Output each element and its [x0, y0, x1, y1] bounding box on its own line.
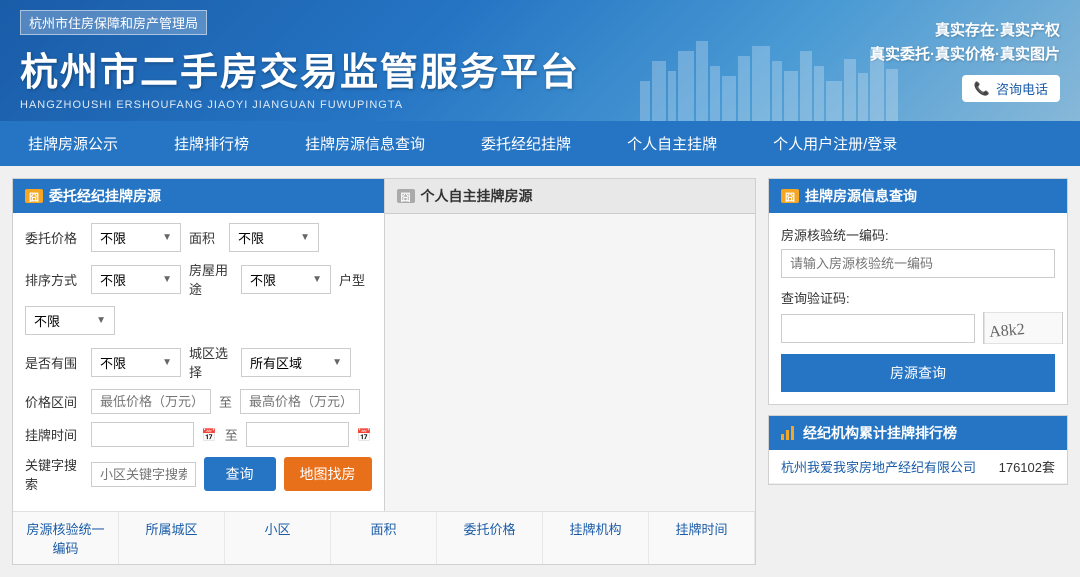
type-select[interactable]: 不限 ▼	[25, 306, 115, 335]
chevron-down-icon-5: ▼	[96, 315, 106, 326]
phone-button[interactable]: 📞 咨询电话	[962, 75, 1060, 102]
calendar-icon-1[interactable]: 📅	[202, 428, 217, 442]
chevron-down-icon-7: ▼	[332, 357, 342, 368]
section-icon-1: 囧	[25, 189, 43, 203]
city-label: 城区选择	[189, 343, 233, 381]
rank-header: 经纪机构累计挂牌排行榜	[769, 416, 1067, 450]
panel-personal: 囧 个人自主挂牌房源	[385, 179, 756, 511]
right-panel: 囧 挂牌房源信息查询 房源核验统一编码: 查询验证码: A8k2 房源查询	[768, 178, 1068, 565]
chevron-down-icon-3: ▼	[162, 274, 172, 285]
captcha-image[interactable]: A8k2	[983, 312, 1063, 344]
svg-text:A8k2: A8k2	[989, 321, 1026, 341]
range-sep: 至	[219, 392, 232, 411]
col-code: 房源核验统一编码	[13, 512, 119, 564]
form-row-garden-city: 是否有围 不限 ▼ 城区选择 所有区域 ▼	[25, 343, 372, 381]
rank-section: 经纪机构累计挂牌排行榜 杭州我爱我家房地产经纪有限公司 176102套	[768, 415, 1068, 485]
calendar-icon-2[interactable]: 📅	[357, 428, 372, 442]
panel-personal-header: 囧 个人自主挂牌房源	[385, 179, 756, 214]
form-row-keyword: 关键字搜索 查询 地图找房	[25, 455, 372, 493]
garden-select[interactable]: 不限 ▼	[91, 348, 181, 377]
code-label: 房源核验统一编码:	[781, 225, 1055, 244]
col-area: 面积	[331, 512, 437, 564]
date-end-input[interactable]	[246, 422, 349, 447]
col-price: 委托价格	[437, 512, 543, 564]
nav-item-6[interactable]: 个人用户注册/登录	[745, 121, 925, 166]
right-query-section: 囧 挂牌房源信息查询 房源核验统一编码: 查询验证码: A8k2 房源查询	[768, 178, 1068, 405]
rank-item: 杭州我爱我家房地产经纪有限公司 176102套	[769, 450, 1067, 484]
price-max-input[interactable]	[240, 389, 360, 414]
form-row-sort-usage: 排序方式 不限 ▼ 房屋用途 不限 ▼ 户型	[25, 260, 372, 335]
main-content: 囧 委托经纪挂牌房源 委托价格 不限 ▼ 面积	[0, 166, 1080, 577]
entrust-form: 委托价格 不限 ▼ 面积 不限 ▼	[13, 213, 384, 511]
type-label: 户型	[339, 270, 365, 289]
form-row-price-range: 价格区间 至	[25, 389, 372, 414]
main-nav: 挂牌房源公示 挂牌排行榜 挂牌房源信息查询 委托经纪挂牌 个人自主挂牌 个人用户…	[0, 121, 1080, 166]
form-row-price-area: 委托价格 不限 ▼ 面积 不限 ▼	[25, 223, 372, 252]
nav-item-2[interactable]: 挂牌排行榜	[146, 121, 277, 166]
sort-label: 排序方式	[25, 270, 83, 289]
usage-select[interactable]: 不限 ▼	[241, 265, 331, 294]
listing-section: 囧 委托经纪挂牌房源 委托价格 不限 ▼ 面积	[12, 178, 756, 565]
area-label: 面积	[189, 228, 221, 247]
panel-entrust: 囧 委托经纪挂牌房源 委托价格 不限 ▼ 面积	[13, 179, 385, 511]
site-title-pinyin: HANGZHOUSHI ERSHOUFANG JIAOYI JIANGUAN F…	[20, 99, 580, 111]
code-input[interactable]	[781, 249, 1055, 278]
price-min-input[interactable]	[91, 389, 211, 414]
nav-item-1[interactable]: 挂牌房源公示	[0, 121, 146, 166]
price-range-label: 价格区间	[25, 392, 83, 411]
sort-select[interactable]: 不限 ▼	[91, 265, 181, 294]
left-panel: 囧 委托经纪挂牌房源 委托价格 不限 ▼ 面积	[12, 178, 756, 565]
map-button[interactable]: 地图找房	[284, 457, 372, 491]
right-form: 房源核验统一编码: 查询验证码: A8k2 房源查询	[769, 213, 1067, 404]
col-district: 所属城区	[119, 512, 225, 564]
price-select[interactable]: 不限 ▼	[91, 223, 181, 252]
usage-label: 房屋用途	[189, 260, 233, 298]
city-select[interactable]: 所有区域 ▼	[241, 348, 351, 377]
rank-item-count: 176102套	[999, 457, 1055, 476]
gov-label: 杭州市住房保障和房产管理局	[20, 10, 207, 35]
col-date: 挂牌时间	[649, 512, 755, 564]
price-label: 委托价格	[25, 228, 83, 247]
phone-icon: 📞	[974, 81, 990, 97]
table-header: 房源核验统一编码 所属城区 小区 面积 委托价格 挂牌机构 挂牌时间	[13, 511, 755, 564]
form-row-date: 挂牌时间 📅 至 📅	[25, 422, 372, 447]
nav-item-4[interactable]: 委托经纪挂牌	[453, 121, 599, 166]
chevron-down-icon-4: ▼	[312, 274, 322, 285]
date-sep: 至	[225, 425, 238, 444]
keyword-label: 关键字搜索	[25, 455, 83, 493]
date-label: 挂牌时间	[25, 425, 83, 444]
site-title: 杭州市二手房交易监管服务平台	[20, 41, 580, 96]
keyword-input[interactable]	[91, 462, 196, 487]
date-start-input[interactable]	[91, 422, 194, 447]
rank-item-name[interactable]: 杭州我爱我家房地产经纪有限公司	[781, 457, 976, 476]
header: 杭州市住房保障和房产管理局 杭州市二手房交易监管服务平台 HANGZHOUSHI…	[0, 0, 1080, 121]
section-icon-2: 囧	[397, 189, 415, 203]
chevron-down-icon-6: ▼	[162, 357, 172, 368]
col-agency: 挂牌机构	[543, 512, 649, 564]
captcha-label: 查询验证码:	[781, 288, 1055, 307]
header-left: 杭州市住房保障和房产管理局 杭州市二手房交易监管服务平台 HANGZHOUSHI…	[20, 10, 580, 111]
search-button[interactable]: 房源查询	[781, 354, 1055, 392]
nav-item-5[interactable]: 个人自主挂牌	[599, 121, 745, 166]
garden-label: 是否有围	[25, 353, 83, 372]
nav-item-3[interactable]: 挂牌房源信息查询	[277, 121, 453, 166]
query-button[interactable]: 查询	[204, 457, 276, 491]
panel-entrust-header: 囧 委托经纪挂牌房源	[13, 179, 384, 213]
chevron-down-icon-2: ▼	[300, 232, 310, 243]
captcha-input[interactable]	[781, 314, 975, 343]
chart-icon	[781, 426, 797, 440]
right-query-header: 囧 挂牌房源信息查询	[769, 179, 1067, 213]
section-icon-3: 囧	[781, 189, 799, 203]
captcha-row: A8k2	[781, 312, 1055, 344]
col-community: 小区	[225, 512, 331, 564]
chevron-down-icon: ▼	[162, 232, 172, 243]
area-select[interactable]: 不限 ▼	[229, 223, 319, 252]
